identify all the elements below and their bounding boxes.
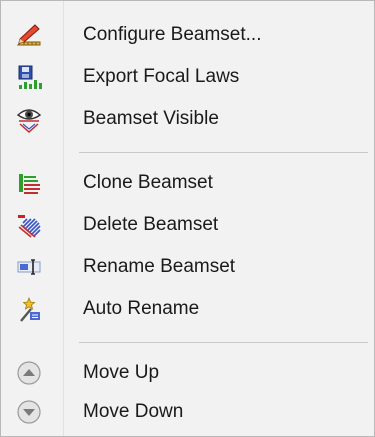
- menu-item-label: Beamset Visible: [83, 108, 219, 129]
- menu-item-label: Rename Beamset: [83, 256, 236, 277]
- rename-textfield-icon: [13, 251, 45, 283]
- menu-item-label: Export Focal Laws: [83, 66, 240, 87]
- menu-item-configure-beamset[interactable]: Configure Beamset...: [5, 15, 370, 55]
- arrow-up-circle-icon: [13, 357, 45, 389]
- menu-separator: [79, 152, 368, 153]
- menu-separator: [79, 342, 368, 343]
- magic-wand-icon: [13, 293, 45, 325]
- menu-item-label: Auto Rename: [83, 298, 200, 319]
- menu-item-rename-beamset[interactable]: Rename Beamset: [5, 247, 370, 287]
- clone-lines-icon: [13, 167, 45, 199]
- menu-item-move-down[interactable]: Move Down: [5, 392, 370, 432]
- menu-item-delete-beamset[interactable]: Delete Beamset: [5, 205, 370, 245]
- delete-hatched-icon: [13, 209, 45, 241]
- menu-item-beamset-visible[interactable]: Beamset Visible: [5, 99, 370, 139]
- eye-visible-icon: [13, 103, 45, 135]
- menu-item-export-focal-laws[interactable]: Export Focal Laws: [5, 57, 370, 97]
- menu-item-label: Move Up: [83, 362, 160, 383]
- save-disk-bars-icon: [13, 61, 45, 93]
- menu-item-auto-rename[interactable]: Auto Rename: [5, 289, 370, 329]
- context-menu: Configure Beamset... Export Focal Laws B…: [0, 0, 375, 437]
- menu-item-label: Clone Beamset: [83, 172, 213, 193]
- menu-item-label: Delete Beamset: [83, 214, 219, 235]
- menu-item-label: Move Down: [83, 401, 184, 422]
- arrow-down-circle-icon: [13, 396, 45, 428]
- configure-ruler-pencil-icon: [13, 19, 45, 51]
- menu-item-clone-beamset[interactable]: Clone Beamset: [5, 163, 370, 203]
- menu-item-label: Configure Beamset...: [83, 24, 262, 45]
- menu-item-move-up[interactable]: Move Up: [5, 353, 370, 393]
